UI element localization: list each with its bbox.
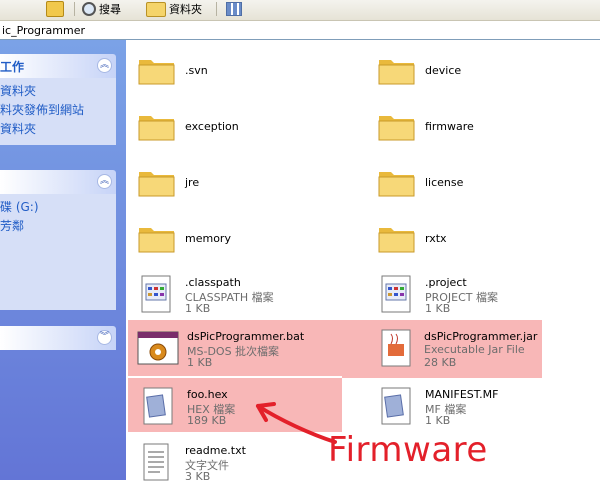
file-name: license [425,176,464,189]
folder-icon [374,48,418,92]
folder-icon [134,216,178,260]
hex-file-icon [136,384,180,428]
text-file-icon [134,440,178,484]
batch-file-icon [136,326,180,370]
file-item[interactable]: rxtx [366,210,596,264]
other-places-header[interactable]: ︽ [0,170,116,194]
file-item[interactable]: firmware [366,98,596,152]
file-size: 1 KB [425,414,451,427]
other-places-panel: ︽ 碟 (G:) 芳鄰 [0,170,116,310]
file-item[interactable]: memory [126,210,356,264]
file-item[interactable]: exception [126,98,356,152]
file-name: memory [185,232,231,245]
file-name: .svn [185,64,208,77]
folder-icon [374,104,418,148]
file-tasks-panel: 工作 ︽ 資料夾 料夾發佈到網站 資料夾 [0,54,116,145]
file-name: MANIFEST.MF [425,388,499,401]
chevron-down-icon[interactable]: ︾ [97,330,112,345]
chevron-up-icon[interactable]: ︽ [97,174,112,189]
address-bar[interactable]: ic_Programmer [0,21,600,40]
file-size: 189 KB [187,414,227,427]
folder-icon [134,160,178,204]
file-item[interactable]: .classpath CLASSPATH 檔案 1 KB [126,266,356,320]
task-pane: 工作 ︽ 資料夾 料夾發佈到網站 資料夾 ︽ 碟 (G:) 芳鄰 ︾ [0,40,126,480]
search-button[interactable]: 搜尋 [82,0,121,18]
back-button[interactable] [46,0,64,18]
folder-icon [134,104,178,148]
place-link-drive[interactable]: 碟 (G:) [0,198,116,217]
file-size: 1 KB [187,356,213,369]
file-item[interactable]: .svn [126,42,356,96]
file-name: readme.txt [185,444,246,457]
file-size: 3 KB [185,470,211,483]
other-places-body: 碟 (G:) 芳鄰 [0,194,116,310]
folder-icon [374,216,418,260]
file-tasks-body: 資料夾 料夾發佈到網站 資料夾 [0,78,116,145]
file-name: device [425,64,462,77]
views-icon [226,2,242,16]
toolbar: 搜尋 資料夾 [0,0,600,21]
file-name: jre [185,176,200,189]
place-link-network[interactable]: 芳鄰 [0,217,116,236]
file-item[interactable]: license [366,154,596,208]
file-size: 1 KB [185,302,211,315]
task-link-publish-folder[interactable]: 料夾發佈到網站 [0,101,116,120]
file-list: .svn device exception firmware jre licen… [126,40,600,483]
file-name: dsPicProgrammer.jar [424,330,538,343]
folders-label: 資料夾 [169,3,202,16]
folder-icon [134,48,178,92]
toolbar-separator [74,2,75,16]
details-panel: ︾ [0,326,116,350]
views-button[interactable] [226,0,242,18]
search-label: 搜尋 [99,3,121,16]
file-item[interactable]: device [366,42,596,96]
folder-icon [374,160,418,204]
document-icon [134,272,178,316]
chevron-up-icon[interactable]: ︽ [97,58,112,73]
file-size: 28 KB [424,356,457,369]
back-icon [46,1,64,17]
file-tasks-title: 工作 [0,59,25,74]
file-item[interactable]: .project PROJECT 檔案 1 KB [366,266,596,320]
file-item[interactable]: MANIFEST.MF MF 檔案 1 KB [366,378,596,432]
details-header[interactable]: ︾ [0,326,116,350]
address-path: ic_Programmer [2,23,86,37]
task-link-share-folder[interactable]: 資料夾 [0,120,116,139]
search-icon [82,2,96,16]
file-item[interactable]: jre [126,154,356,208]
file-name: rxtx [425,232,447,245]
file-type: Executable Jar File [424,343,525,356]
file-name: .project [425,276,467,289]
file-tasks-header[interactable]: 工作 ︽ [0,54,116,78]
toolbar-separator [216,2,217,16]
folders-button[interactable]: 資料夾 [146,0,202,18]
document-icon [374,272,418,316]
file-name: .classpath [185,276,241,289]
file-name: dsPicProgrammer.bat [187,330,305,343]
file-name: foo.hex [187,388,228,401]
task-link-new-folder[interactable]: 資料夾 [0,82,116,101]
folders-icon [146,1,166,17]
jar-file-icon [374,326,418,370]
annotation-label: Firmware [328,430,488,470]
file-name: exception [185,120,239,133]
file-item[interactable]: dsPicProgrammer.jar Executable Jar File … [342,320,542,378]
mf-file-icon [374,384,418,428]
file-name: firmware [425,120,474,133]
file-size: 1 KB [425,302,451,315]
file-item[interactable]: dsPicProgrammer.bat MS-DOS 批次檔案 1 KB [128,320,342,376]
